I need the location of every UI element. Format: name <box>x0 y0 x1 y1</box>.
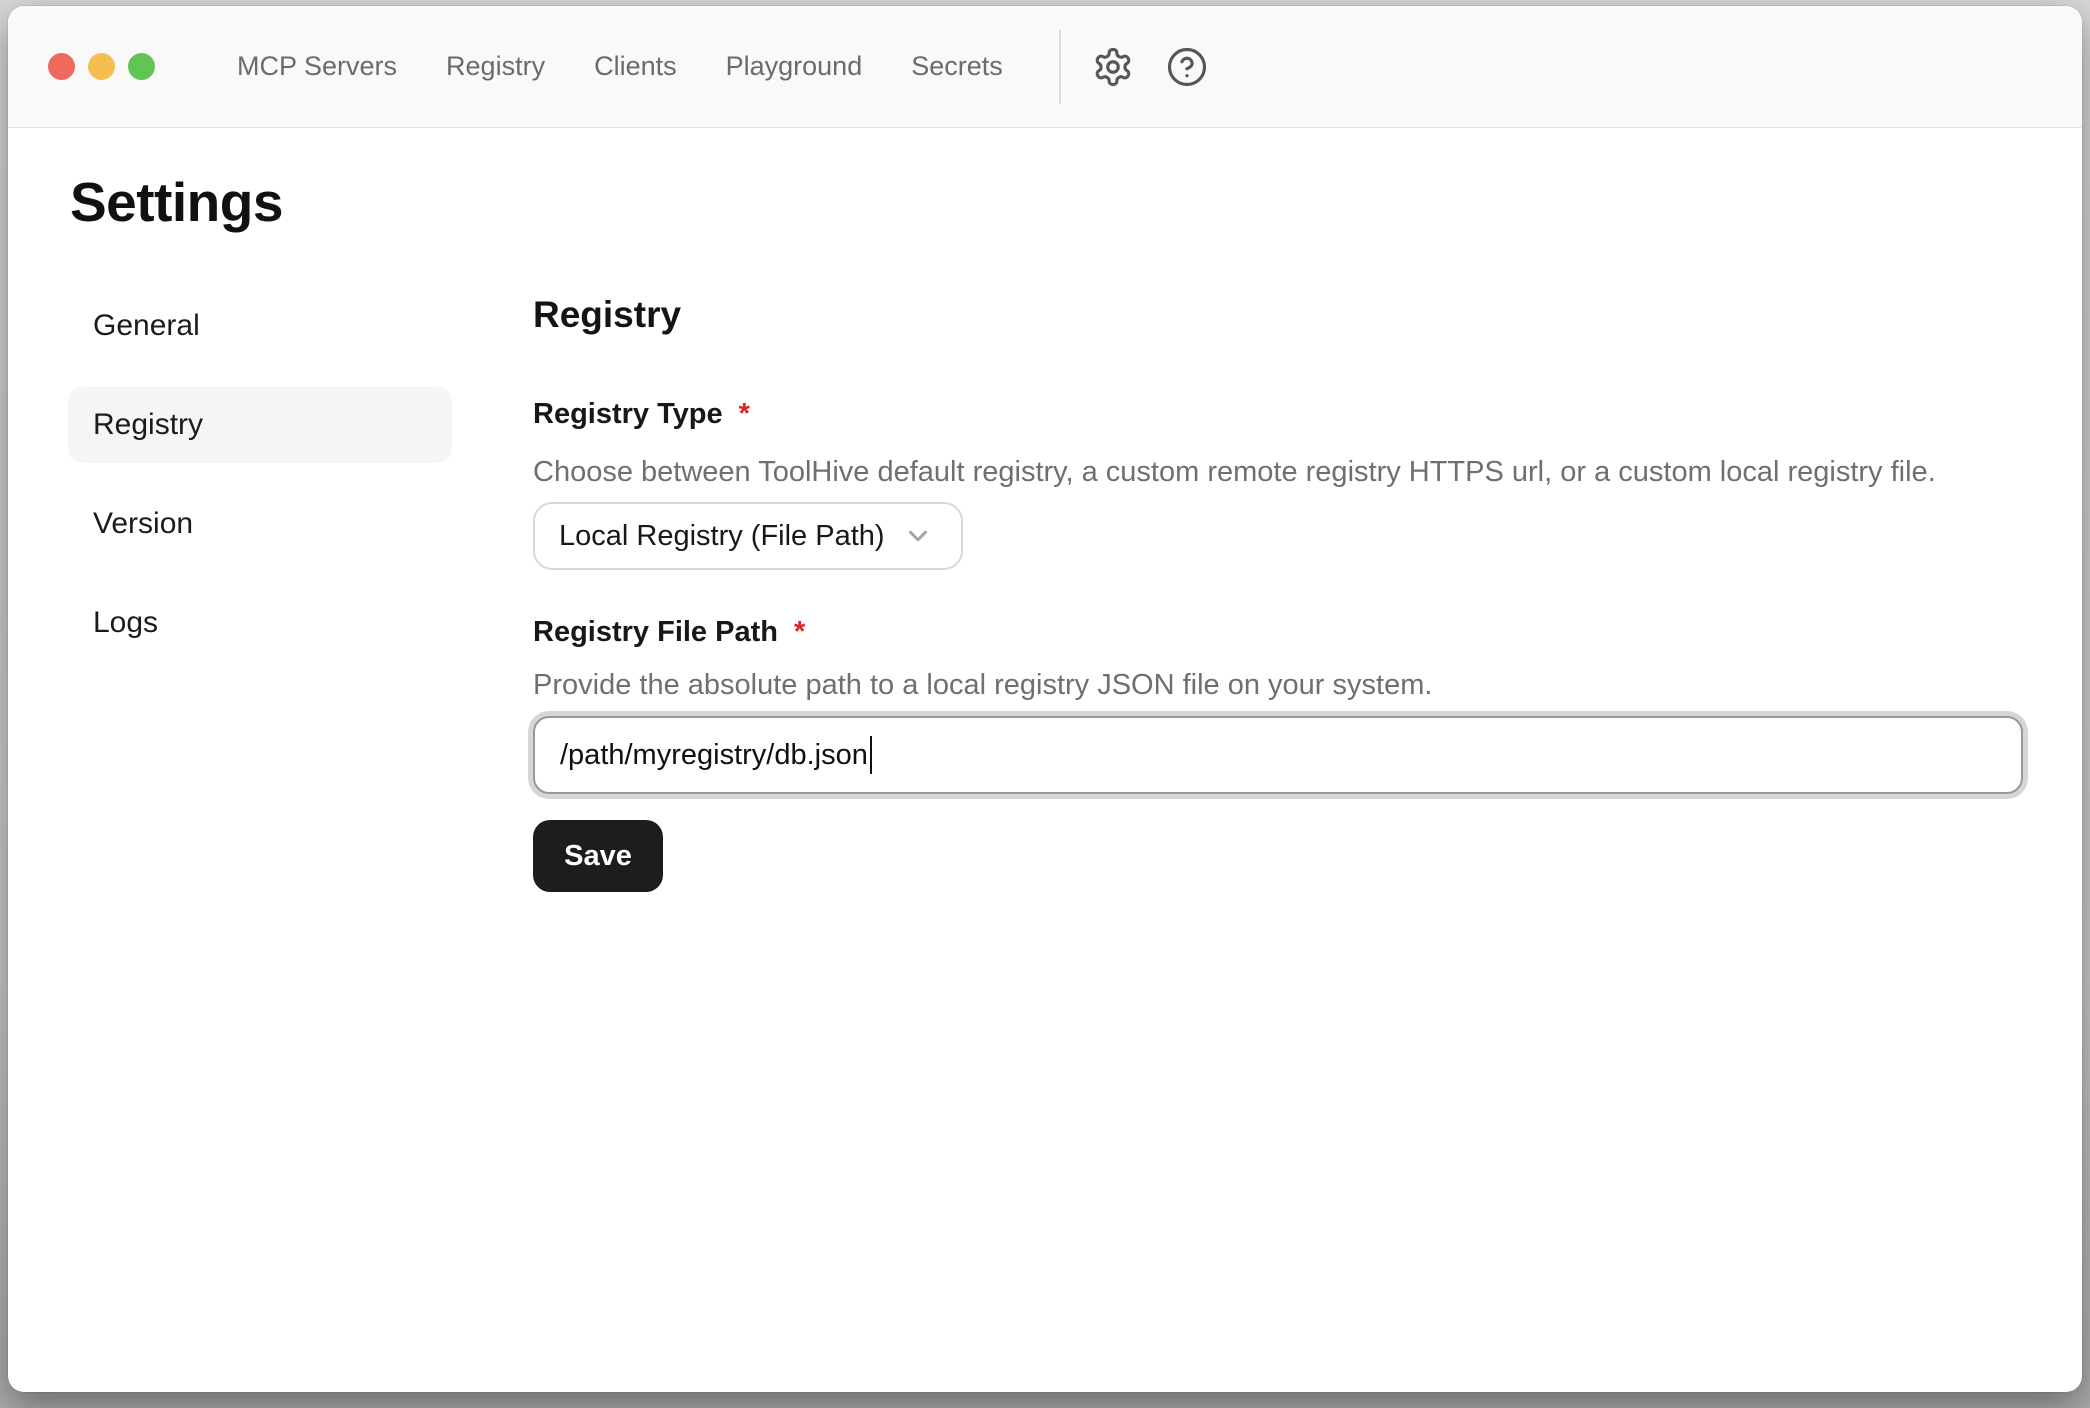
settings-page: Settings General Registry Version Logs R… <box>8 128 2082 892</box>
save-button[interactable]: Save <box>533 820 663 892</box>
help-icon[interactable] <box>1165 45 1209 89</box>
nav-item-clients[interactable]: Clients <box>594 53 677 80</box>
titlebar: MCP Servers Registry Clients Playground … <box>8 6 2082 128</box>
top-nav: MCP Servers Registry Clients Playground … <box>237 53 1003 80</box>
nav-item-playground[interactable]: Playground <box>726 53 863 80</box>
sidebar-item-registry[interactable]: Registry <box>68 387 452 463</box>
nav-item-secrets[interactable]: Secrets <box>911 53 1003 80</box>
registry-file-path-input[interactable]: /path/myregistry/db.json <box>533 716 2023 794</box>
window-controls <box>48 53 155 80</box>
section-title: Registry <box>533 296 2023 334</box>
sidebar-item-general[interactable]: General <box>68 288 452 364</box>
registry-type-select[interactable]: Local Registry (File Path) <box>533 502 963 570</box>
sidebar-item-logs[interactable]: Logs <box>68 585 452 661</box>
settings-gear-icon[interactable] <box>1091 45 1135 89</box>
minimize-window-button[interactable] <box>88 53 115 80</box>
required-asterisk: * <box>739 398 750 430</box>
registry-type-description: Choose between ToolHive default registry… <box>533 455 2023 489</box>
close-window-button[interactable] <box>48 53 75 80</box>
required-asterisk: * <box>794 616 805 648</box>
app-window: MCP Servers Registry Clients Playground … <box>8 6 2082 1392</box>
registry-file-path-value: /path/myregistry/db.json <box>560 739 868 772</box>
registry-type-label: Registry Type * <box>533 397 2023 431</box>
registry-file-path-description: Provide the absolute path to a local reg… <box>533 668 2023 702</box>
sidebar-item-version[interactable]: Version <box>68 486 452 562</box>
registry-file-path-label: Registry File Path * <box>533 615 2023 649</box>
registry-file-path-label-text: Registry File Path <box>533 616 778 648</box>
text-cursor <box>870 736 873 774</box>
chevron-down-icon <box>903 521 933 551</box>
registry-settings-panel: Registry Registry Type * Choose between T… <box>533 288 2023 892</box>
page-title: Settings <box>70 170 2082 234</box>
registry-type-selected-value: Local Registry (File Path) <box>559 520 885 553</box>
zoom-window-button[interactable] <box>128 53 155 80</box>
settings-sidebar: General Registry Version Logs <box>68 288 452 892</box>
registry-type-label-text: Registry Type <box>533 398 723 430</box>
nav-item-mcp-servers[interactable]: MCP Servers <box>237 53 397 80</box>
nav-item-registry[interactable]: Registry <box>446 53 545 80</box>
titlebar-divider <box>1059 30 1061 104</box>
